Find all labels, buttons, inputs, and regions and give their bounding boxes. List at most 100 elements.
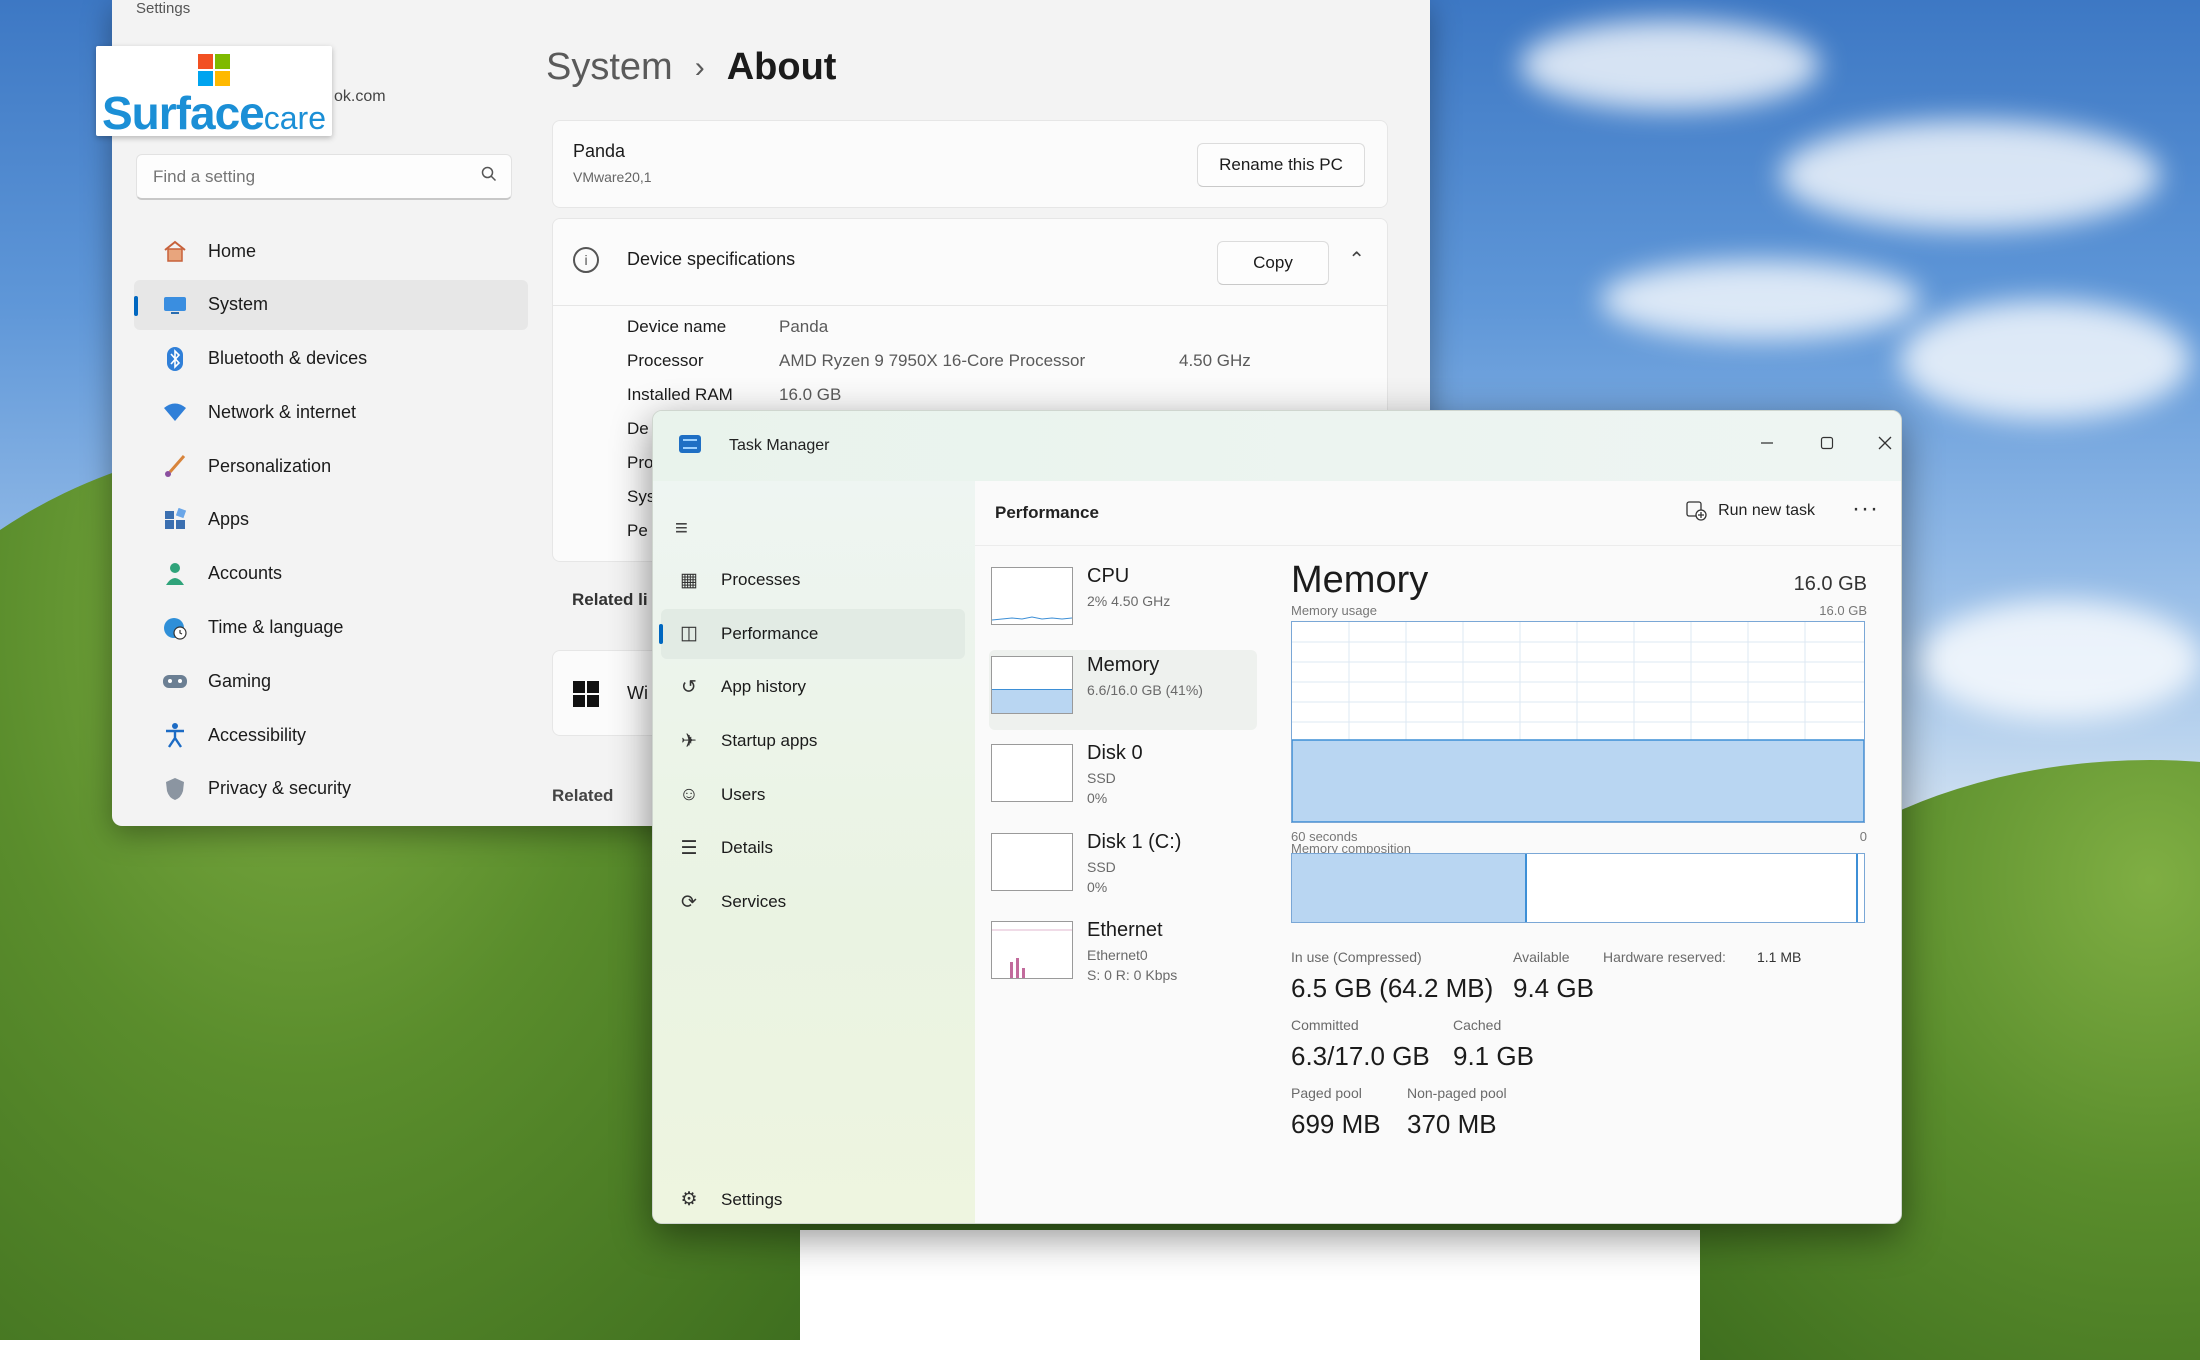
time-end-label: 0 <box>1859 829 1867 844</box>
memory-composition-bar <box>1291 853 1865 923</box>
windows-logo-icon <box>573 681 599 707</box>
tm-nav-label: Details <box>721 838 773 858</box>
nav-item-gaming[interactable]: Gaming <box>134 656 594 706</box>
breadcrumb-parent[interactable]: System <box>546 46 673 89</box>
info-icon: i <box>573 247 599 273</box>
copy-button[interactable]: Copy <box>1217 241 1329 285</box>
page-title: About <box>726 46 837 88</box>
gamepad-icon <box>160 666 190 696</box>
settings-search[interactable] <box>136 154 512 200</box>
tm-nav-startup-apps[interactable]: ✈ Startup apps <box>661 716 965 766</box>
settings-search-input[interactable] <box>151 165 455 188</box>
nav-item-accounts[interactable]: Accounts <box>134 549 594 599</box>
nav-item-home[interactable]: Home <box>134 226 594 276</box>
nav-item-label: Home <box>208 240 257 261</box>
nav-item-bluetooth[interactable]: Bluetooth & devices <box>134 334 594 384</box>
in-use-label: In use (Compressed) <box>1291 949 1422 965</box>
tm-nav-processes[interactable]: ▦ Processes <box>661 555 965 605</box>
search-icon <box>481 166 497 187</box>
committed-label: Committed <box>1291 1017 1359 1033</box>
resource-name: Disk 1 (C:) <box>1087 830 1182 853</box>
nav-item-system[interactable]: System <box>134 279 528 330</box>
tm-nav-settings[interactable]: ⚙ Settings <box>677 1188 782 1211</box>
resource-disk-0[interactable]: Disk 0 SSD 0% <box>989 738 1257 818</box>
nav-item-apps[interactable]: Apps <box>134 495 594 545</box>
tm-nav-services[interactable]: ⟳ Services <box>661 877 965 927</box>
shield-icon <box>160 774 190 804</box>
run-new-task-button[interactable]: Run new task <box>1686 501 1815 521</box>
memory-usage-graph <box>1291 621 1865 823</box>
resource-ethernet[interactable]: Ethernet Ethernet0 S: 0 R: 0 Kbps <box>989 915 1257 995</box>
close-button[interactable] <box>1863 425 1901 461</box>
nav-item-label: Time & language <box>208 617 344 638</box>
paged-pool-label: Paged pool <box>1291 1085 1362 1101</box>
settings-nav: Home System Bluetooth & devices Network … <box>134 226 620 818</box>
composition-in-use <box>1292 854 1527 922</box>
account-email: ok.com <box>334 88 386 105</box>
task-manager-titlebar[interactable]: Task Manager <box>653 411 1901 481</box>
microsoft-logo-icon <box>198 54 230 86</box>
tm-nav-users[interactable]: ☺ Users <box>661 770 965 820</box>
minimize-icon <box>1761 442 1773 444</box>
nav-item-privacy[interactable]: Privacy & security <box>134 764 594 814</box>
tm-nav-label: Services <box>721 892 787 912</box>
maximize-icon <box>1820 436 1834 450</box>
hamburger-menu-icon[interactable]: ≡ <box>675 515 688 541</box>
startup-icon: ✈ <box>681 730 697 752</box>
logo-text-main: Surface <box>102 87 265 139</box>
resource-name: CPU <box>1087 565 1130 587</box>
resource-detail: 6.6/16.0 GB (41%) <box>1087 681 1203 698</box>
minimize-button[interactable] <box>1745 425 1789 461</box>
gear-icon: ⚙ <box>680 1189 698 1210</box>
nav-item-label: Accounts <box>208 563 283 584</box>
nav-item-label: Gaming <box>208 670 272 691</box>
nav-item-accessibility[interactable]: Accessibility <box>134 710 594 760</box>
chevron-up-icon[interactable]: ⌃ <box>1348 247 1365 272</box>
tm-nav-label: Processes <box>721 570 801 589</box>
apps-icon <box>160 505 190 535</box>
nav-item-time-language[interactable]: Time & language <box>134 603 594 653</box>
performance-header: Performance Run new task ··· <box>975 481 1901 546</box>
spec-label: Processor <box>627 351 704 370</box>
nav-item-label: Privacy & security <box>208 778 352 799</box>
more-options-icon[interactable]: ··· <box>1852 495 1879 523</box>
resource-cpu[interactable]: CPU 2% 4.50 GHz <box>989 561 1257 641</box>
ethernet-thumbnail-graph <box>991 921 1073 979</box>
task-manager-sidebar: ≡ ▦ Processes ◫ Performance ↺ App histor… <box>653 481 975 1223</box>
nav-item-label: Bluetooth & devices <box>208 348 368 369</box>
performance-title: Performance <box>995 503 1099 522</box>
globe-clock-icon <box>160 613 190 643</box>
resource-detail: SSD <box>1087 770 1116 786</box>
paged-pool-value: 699 MB <box>1291 1109 1381 1139</box>
tm-nav-label: Performance <box>721 623 819 643</box>
resource-disk-1[interactable]: Disk 1 (C:) SSD 0% <box>989 827 1257 907</box>
tm-nav-performance[interactable]: ◫ Performance <box>659 608 965 659</box>
tm-nav-app-history[interactable]: ↺ App history <box>661 662 965 712</box>
memory-usage-max: 16.0 GB <box>1819 603 1867 618</box>
related-heading: Related <box>552 786 614 805</box>
processes-icon: ▦ <box>680 569 698 591</box>
nav-item-label: Personalization <box>208 455 332 476</box>
resource-detail-2: S: 0 R: 0 Kbps <box>1087 967 1178 983</box>
available-label: Available <box>1513 949 1570 965</box>
resource-memory[interactable]: Memory 6.6/16.0 GB (41%) <box>989 649 1257 730</box>
device-specifications-header[interactable]: i Device specifications Copy ⌃ <box>553 219 1387 306</box>
available-value: 9.4 GB <box>1513 973 1594 1003</box>
device-specifications-title: Device specifications <box>627 249 796 269</box>
users-icon: ☺ <box>679 783 699 805</box>
bluetooth-icon <box>160 344 190 374</box>
resource-list: CPU 2% 4.50 GHz Memory 6.6/16.0 GB (41%)… <box>989 561 1257 1004</box>
nav-item-network[interactable]: Network & internet <box>134 387 594 437</box>
tm-nav-details[interactable]: ☰ Details <box>661 823 965 873</box>
maximize-button[interactable] <box>1805 425 1849 461</box>
breadcrumb: System › About <box>546 46 836 89</box>
related-links-heading: Related li <box>572 590 648 609</box>
rename-pc-button[interactable]: Rename this PC <box>1197 143 1365 187</box>
nav-item-personalization[interactable]: Personalization <box>134 441 594 491</box>
composition-reserved <box>1856 854 1858 922</box>
resource-name: Disk 0 <box>1087 742 1143 764</box>
resource-detail: 2% 4.50 GHz <box>1087 593 1171 609</box>
hardware-reserved-label: Hardware reserved: <box>1603 949 1726 965</box>
disk1-thumbnail-graph <box>991 832 1073 891</box>
tm-nav-label: Users <box>721 784 766 804</box>
